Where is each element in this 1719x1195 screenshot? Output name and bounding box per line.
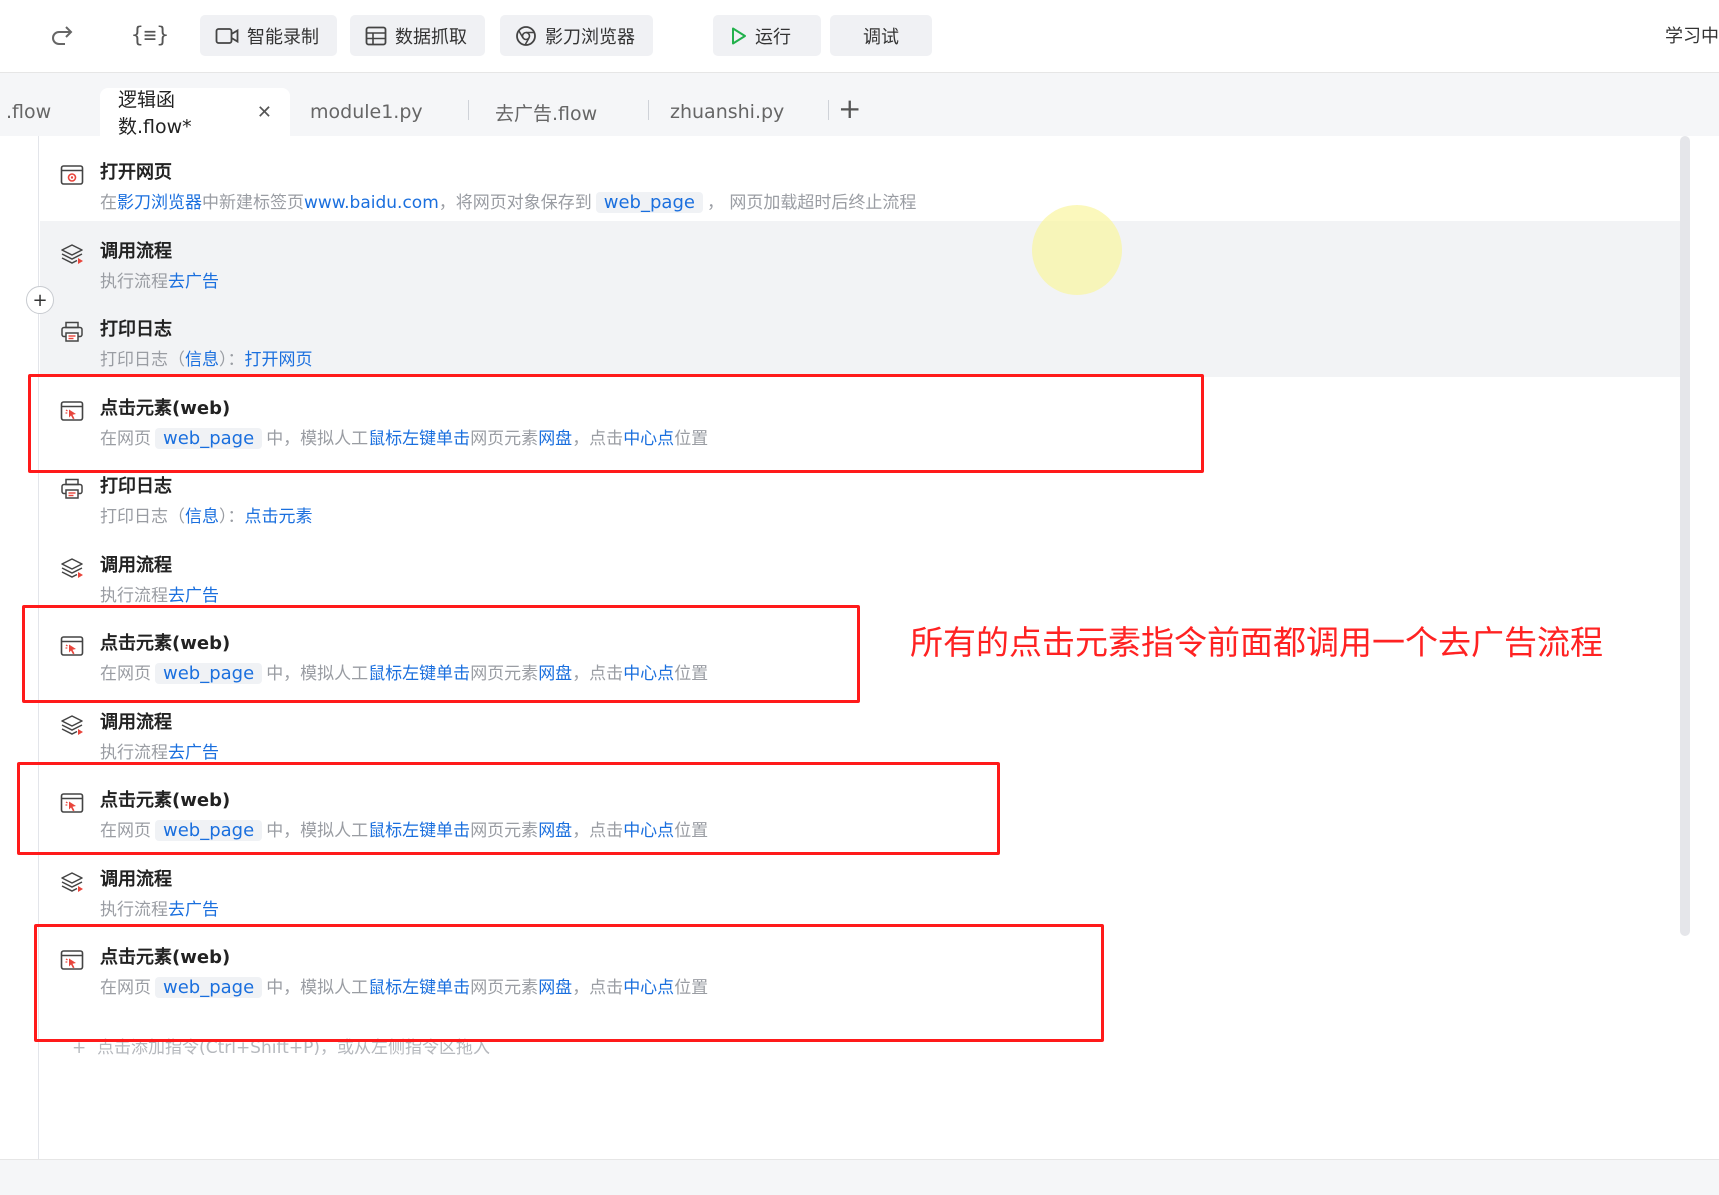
param-keyword: 打开网页 (244, 350, 313, 370)
desc-text: 执行流程 (100, 585, 168, 606)
annotation-box (22, 605, 860, 703)
tab-label: 去广告.flow (495, 102, 598, 125)
smart-record-button[interactable]: 智能录制 (200, 15, 337, 56)
param-keyword: 信息 (185, 350, 219, 370)
tab-label: module1.py (310, 101, 423, 123)
step-row[interactable]: 打开网页在影刀浏览器中新建标签页www.baidu.com，将网页对象保存到 we… (40, 142, 1680, 220)
step-title: 调用流程 (100, 711, 172, 733)
video-icon (215, 26, 239, 46)
tab-remove-ads[interactable]: 去广告.flow (477, 88, 615, 136)
desc-text: 中新建标签页 (202, 193, 304, 213)
param-keyword: 去广告 (168, 899, 219, 920)
tab-label: 逻辑函数.flow* (118, 89, 192, 138)
variable-chip[interactable]: web_page (595, 192, 703, 213)
mouse-highlight (1032, 205, 1122, 295)
close-icon[interactable]: ✕ (257, 102, 272, 123)
desc-text: 打印日志（ (100, 350, 185, 370)
step-row[interactable]: 打印日志打印日志（信息）：打开网页 (40, 299, 1680, 377)
annotation-box (28, 374, 1204, 473)
desc-text: ，将网页对象保存到 (438, 193, 592, 213)
bottom-panel (0, 1159, 1719, 1195)
tab-module1[interactable]: module1.py (292, 88, 441, 136)
param-keyword: 点击元素 (244, 507, 313, 527)
desc-text: 打印日志（ (100, 507, 185, 527)
desc-text: ）： (219, 350, 245, 370)
open-web-icon (60, 164, 84, 186)
param-keyword: 去广告 (168, 742, 219, 763)
step-description: 打印日志（信息）：点击元素 (100, 502, 313, 527)
layers-icon (60, 714, 84, 736)
step-row[interactable]: 调用流程执行流程去广告 (40, 849, 1680, 927)
layers-icon (60, 871, 84, 893)
printer-icon (60, 478, 84, 500)
step-title: 打印日志 (100, 476, 172, 497)
code-block-icon[interactable]: {≡} (131, 14, 169, 56)
layers-icon (60, 557, 84, 579)
param-keyword: 去广告 (168, 271, 219, 292)
annotation-box (17, 762, 1000, 855)
yingdao-browser-label: 影刀浏览器 (545, 26, 635, 48)
step-title: 调用流程 (100, 868, 172, 890)
desc-text: 在 (100, 193, 117, 213)
param-keyword: 信息 (185, 507, 219, 527)
debug-button[interactable]: 调试 (830, 15, 932, 56)
tab-divider (468, 100, 469, 120)
step-description: 打印日志（信息）：打开网页 (100, 345, 313, 370)
tab-logic-function[interactable]: 逻辑函数.flow* ✕ (100, 88, 290, 138)
tab-label: .flow (6, 101, 52, 123)
step-title: 调用流程 (100, 554, 172, 576)
param-keyword: 去广告 (168, 585, 219, 606)
tab-label: zhuanshi.py (670, 101, 785, 123)
desc-text: 执行流程 (100, 271, 168, 292)
step-description: 执行流程去广告 (100, 895, 219, 920)
table-icon (365, 26, 387, 46)
param-keyword: 影刀浏览器 (117, 193, 202, 213)
printer-icon (60, 321, 84, 343)
toolbar: {≡} 智能录制 数据抓取 影刀浏览器 运行 调试 学习中 (0, 0, 1719, 73)
step-title: 打印日志 (100, 319, 172, 340)
desc-text: 执行流程 (100, 899, 168, 920)
annotation-text: 所有的点击元素指令前面都调用一个去广告流程 (910, 623, 1603, 662)
layers-icon (60, 243, 84, 265)
desc-text: ， 网页加载超时后终止流程 (706, 193, 917, 213)
step-description: 在影刀浏览器中新建标签页www.baidu.com，将网页对象保存到 web_pa… (100, 188, 916, 213)
tab-zhuanshi[interactable]: zhuanshi.py (652, 88, 802, 136)
step-title: 打开网页 (100, 162, 172, 183)
step-row[interactable]: 调用流程执行流程去广告 (40, 692, 1680, 770)
annotation-box (34, 924, 1104, 1042)
step-title: 调用流程 (100, 240, 172, 262)
data-scrape-label: 数据抓取 (395, 26, 467, 48)
step-row[interactable]: 调用流程执行流程去广告 (40, 220, 1680, 299)
step-description: 执行流程去广告 (100, 738, 219, 763)
add-tab-icon[interactable]: + (838, 92, 861, 125)
yingdao-browser-button[interactable]: 影刀浏览器 (500, 15, 653, 56)
param-keyword: www.baidu.com (304, 193, 439, 213)
step-row[interactable]: 调用流程执行流程去广告 (40, 535, 1680, 613)
tab-flow[interactable]: .flow (0, 88, 69, 136)
desc-text: 执行流程 (100, 742, 168, 763)
insert-step-icon[interactable]: + (26, 286, 54, 314)
learning-label[interactable]: 学习中 (1665, 22, 1719, 48)
step-description: 执行流程去广告 (100, 581, 219, 606)
play-icon (731, 27, 747, 45)
step-description: 执行流程去广告 (100, 267, 219, 292)
redo-icon[interactable] (48, 14, 78, 56)
tab-divider (828, 100, 829, 120)
smart-record-label: 智能录制 (247, 26, 319, 48)
browser-icon (515, 25, 537, 47)
run-label: 运行 (755, 26, 791, 48)
tab-divider (648, 100, 649, 120)
run-button[interactable]: 运行 (713, 15, 821, 56)
desc-text: ）： (219, 507, 245, 527)
data-scrape-button[interactable]: 数据抓取 (350, 15, 485, 56)
vertical-scrollbar[interactable] (1680, 136, 1690, 936)
debug-label: 调试 (863, 26, 899, 48)
